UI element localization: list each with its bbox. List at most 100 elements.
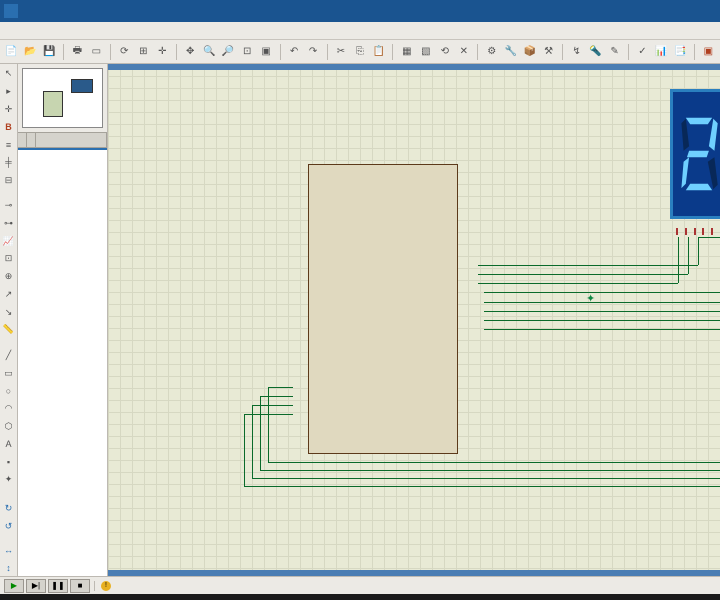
wire[interactable] [260,470,720,471]
box-icon[interactable]: ▭ [1,365,17,381]
wire[interactable] [252,405,293,406]
rotate-cw-icon[interactable]: ↻ [1,501,17,517]
wire[interactable] [252,405,253,478]
origin-icon[interactable]: ✛ [154,43,171,61]
zoom-all-icon[interactable]: ⊡ [239,43,256,61]
wire[interactable] [478,265,698,266]
package-icon[interactable]: 📦 [521,43,538,61]
refresh-icon[interactable]: ⟳ [116,43,133,61]
wire[interactable] [698,237,720,238]
selection-icon[interactable]: ↖ [1,66,17,82]
wire[interactable] [478,283,678,284]
rotate-ccw-icon[interactable]: ↺ [1,519,17,535]
bom-icon[interactable]: 📑 [672,43,689,61]
list-item[interactable] [18,152,107,154]
wire[interactable] [678,237,679,283]
wire[interactable] [484,320,720,321]
redo-icon[interactable]: ↷ [305,43,322,61]
tab-p[interactable] [18,133,27,147]
wire[interactable] [484,302,720,303]
pick-icon[interactable]: ⚙ [483,43,500,61]
save-icon[interactable]: 💾 [41,43,58,61]
message-count[interactable]: ! [94,581,121,591]
component-icon[interactable]: ▸ [1,84,17,100]
stop-button[interactable]: ■ [70,579,90,593]
marker-icon[interactable]: ✦ [1,472,17,488]
overview[interactable] [22,68,103,128]
wire[interactable] [484,311,720,312]
wire[interactable] [260,396,261,470]
tape-icon[interactable]: ⊡ [1,251,17,267]
wire[interactable] [252,478,720,479]
ares-icon[interactable]: ▣ [700,43,717,61]
wire[interactable] [268,462,720,463]
undo-icon[interactable]: ↶ [286,43,303,61]
current-probe-icon[interactable]: ↘ [1,304,17,320]
subcircuit-icon[interactable]: ⊟ [1,172,17,188]
junction-icon[interactable]: ✛ [1,101,17,117]
open-icon[interactable]: 📂 [22,43,39,61]
bus-icon[interactable]: ╪ [1,155,17,171]
wire[interactable] [484,292,720,293]
toolbar: 📄 📂 💾 🖶 ▭ ⟳ ⊞ ✛ ✥ 🔍 🔎 ⊡ ▣ ↶ ↷ ✂ ⎘ 📋 ▦ ▧ … [0,40,720,64]
area-icon[interactable]: ▭ [88,43,105,61]
symbol-icon[interactable]: ▪ [1,454,17,470]
wire-label-icon[interactable]: B [1,119,17,135]
property-icon[interactable]: ✎ [606,43,623,61]
erc-icon[interactable]: ✓ [634,43,651,61]
grid-icon[interactable]: ⊞ [135,43,152,61]
print-icon[interactable]: 🖶 [69,43,86,61]
wire[interactable] [244,414,245,486]
zoom-area-icon[interactable]: ▣ [258,43,275,61]
pin-icon[interactable]: ⊶ [1,216,17,232]
wire[interactable] [260,396,293,397]
wire-autoroute-icon[interactable]: ↯ [568,43,585,61]
wire[interactable] [484,329,720,330]
wire[interactable] [268,387,293,388]
wire[interactable] [244,486,720,487]
schematic-canvas[interactable]: ✦ [108,64,720,576]
text-icon[interactable]: ≡ [1,137,17,153]
component-7seg[interactable] [670,89,720,219]
text-2d-icon[interactable]: A [1,436,17,452]
device-list[interactable] [18,148,107,576]
step-button[interactable]: ▶| [26,579,46,593]
center-icon[interactable]: ✥ [182,43,199,61]
terminal-icon[interactable]: ⊸ [1,198,17,214]
search-icon[interactable]: 🔦 [587,43,604,61]
mirror-y-icon[interactable]: ↕ [1,560,17,576]
graph-icon[interactable]: 📈 [1,233,17,249]
mirror-x-icon[interactable]: ↔ [1,542,17,558]
voltage-probe-icon[interactable]: ↗ [1,287,17,303]
copy-icon[interactable]: ⎘ [351,43,368,61]
cut-icon[interactable]: ✂ [332,43,349,61]
zoom-out-icon[interactable]: 🔎 [220,43,237,61]
component-ic[interactable] [308,164,458,454]
block-rotate-icon[interactable]: ⟲ [436,43,453,61]
wire[interactable] [244,414,293,415]
block-copy-icon[interactable]: ▦ [398,43,415,61]
decompose-icon[interactable]: ⚒ [540,43,557,61]
arc-icon[interactable]: ◠ [1,401,17,417]
pause-button[interactable]: ❚❚ [48,579,68,593]
path-icon[interactable]: ⬡ [1,418,17,434]
paste-icon[interactable]: 📋 [370,43,387,61]
line-icon[interactable]: ╱ [1,348,17,364]
tab-devices[interactable] [36,133,107,147]
wire[interactable] [698,237,699,265]
make-icon[interactable]: 🔧 [502,43,519,61]
new-file-icon[interactable]: 📄 [3,43,20,61]
wire[interactable] [478,274,688,275]
tab-l[interactable] [27,133,36,147]
block-delete-icon[interactable]: ✕ [455,43,472,61]
instrument-icon[interactable]: 📏 [1,322,17,338]
circle-icon[interactable]: ○ [1,383,17,399]
zoom-in-icon[interactable]: 🔍 [201,43,218,61]
simulation-controls: ▶ ▶| ❚❚ ■ [0,579,94,593]
netlist-icon[interactable]: 📊 [653,43,670,61]
generator-icon[interactable]: ⊕ [1,269,17,285]
play-button[interactable]: ▶ [4,579,24,593]
wire[interactable] [688,237,689,274]
block-move-icon[interactable]: ▧ [417,43,434,61]
wire[interactable] [268,387,269,462]
